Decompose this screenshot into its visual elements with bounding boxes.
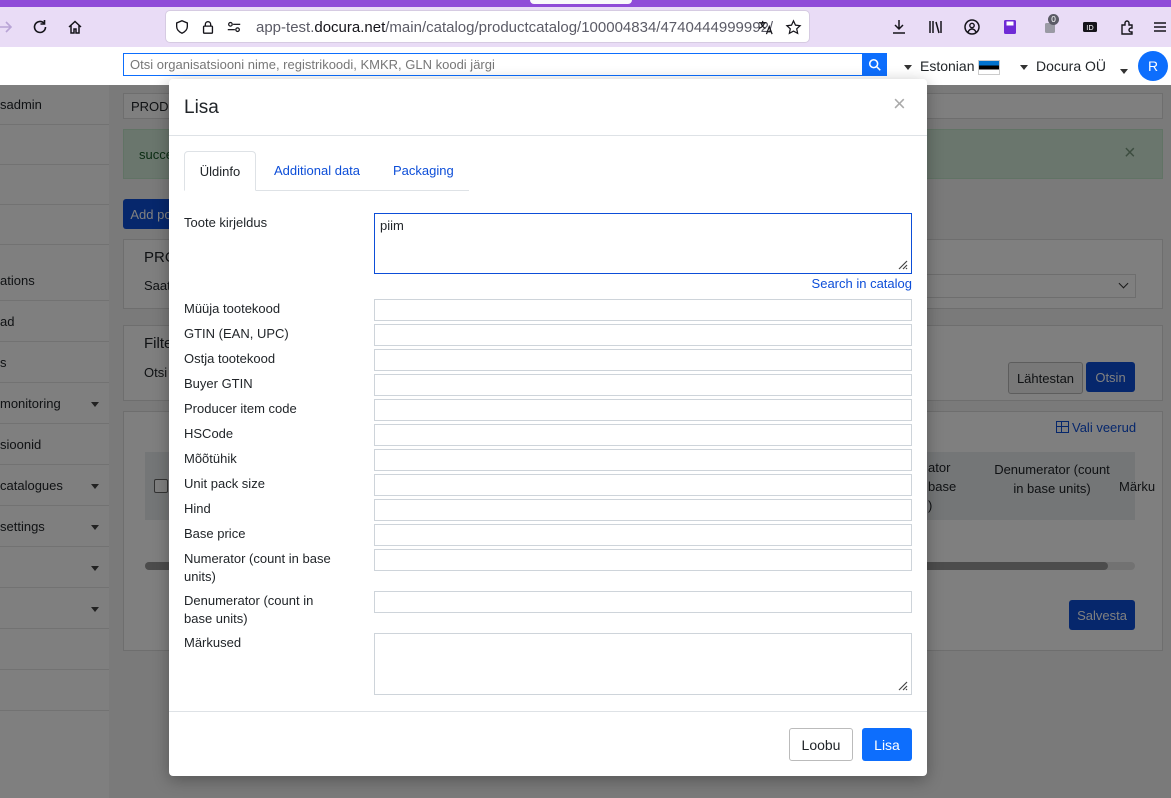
buyer-code-label: Ostja tootekood [184, 351, 276, 366]
add-button[interactable]: Lisa [862, 728, 912, 761]
notes-textarea[interactable] [374, 633, 912, 695]
buyer-code-input[interactable] [374, 349, 912, 371]
avatar[interactable]: R [1138, 51, 1168, 81]
cancel-button[interactable]: Loobu [789, 728, 853, 761]
url-text[interactable]: app-test.docura.net/main/catalog/product… [256, 19, 773, 36]
unit-pack-size-label: Unit pack size [184, 476, 265, 491]
close-icon[interactable]: × [893, 93, 906, 115]
chevron-down-icon [1020, 64, 1028, 70]
tab-additional-data[interactable]: Additional data [274, 151, 360, 190]
library-icon[interactable] [922, 13, 950, 41]
estonia-flag-icon [978, 59, 1001, 75]
gtin-input[interactable] [374, 324, 912, 346]
search-in-catalog-link[interactable]: Search in catalog [769, 276, 912, 291]
denumerator-label: Denumerator (count in base units) [184, 593, 314, 626]
downloads-count-badge: 0 [1048, 14, 1059, 25]
seller-code-input[interactable] [374, 299, 912, 321]
user-menu-toggle[interactable] [1120, 62, 1136, 78]
description-label: Toote kirjeldus [184, 215, 268, 230]
producer-code-input[interactable] [374, 399, 912, 421]
search-button[interactable] [862, 53, 887, 76]
chevron-down-icon [904, 64, 912, 70]
hscode-label: HSCode [184, 426, 234, 441]
translate-icon[interactable] [755, 17, 775, 37]
modal-title: Lisa [184, 97, 219, 118]
account-icon[interactable] [958, 13, 986, 41]
browser-tab-strip [0, 0, 1171, 7]
modal-tabs: Üldinfo Additional data Packaging [184, 151, 469, 191]
resize-handle-icon[interactable] [896, 258, 908, 270]
lock-icon[interactable] [198, 17, 218, 37]
numerator-label: Numerator (count in base units) [184, 551, 331, 584]
add-product-modal: Lisa × Üldinfo Additional data Packaging… [169, 79, 927, 776]
downloads-icon[interactable] [885, 13, 913, 41]
organization-search-box[interactable] [123, 53, 863, 76]
resize-handle-icon[interactable] [896, 679, 908, 691]
search-icon [868, 58, 881, 71]
organization-label: Docura OÜ [1036, 58, 1107, 74]
browser-toolbar: app-test.docura.net/main/catalog/product… [0, 7, 1171, 47]
modal-header: Lisa × [169, 79, 927, 136]
notes-label: Märkused [184, 635, 242, 650]
producer-code-label: Producer item code [184, 401, 297, 416]
organization-search-input[interactable] [124, 54, 862, 75]
chevron-down-icon [1120, 68, 1128, 74]
buyer-gtin-input[interactable] [374, 374, 912, 396]
id-card-icon[interactable]: ID [1076, 13, 1104, 41]
reload-icon[interactable] [26, 13, 54, 41]
bookmark-star-icon[interactable] [783, 17, 803, 37]
home-icon[interactable] [61, 13, 89, 41]
unit-label: Mõõtühik [184, 451, 237, 466]
organization-selector[interactable]: Docura OÜ [1020, 58, 1106, 74]
unit-input[interactable] [374, 449, 912, 471]
browser-active-tab[interactable] [530, 0, 632, 4]
svg-text:ID: ID [1086, 24, 1093, 32]
extensions-puzzle-icon[interactable] [1114, 13, 1142, 41]
permissions-icon[interactable] [224, 17, 244, 37]
modal-footer: Loobu Lisa [169, 711, 927, 777]
language-selector[interactable]: Estonian [904, 58, 1001, 75]
numerator-input[interactable] [374, 549, 912, 571]
base-price-input[interactable] [374, 524, 912, 546]
price-input[interactable] [374, 499, 912, 521]
base-price-label: Base price [184, 526, 246, 541]
price-label: Hind [184, 501, 211, 516]
unit-pack-size-input[interactable] [374, 474, 912, 496]
address-bar[interactable]: app-test.docura.net/main/catalog/product… [166, 11, 809, 42]
tab-general-info[interactable]: Üldinfo [184, 151, 256, 191]
hscode-input[interactable] [374, 424, 912, 446]
shield-icon[interactable] [172, 17, 192, 37]
tab-packaging[interactable]: Packaging [393, 151, 454, 190]
forward-arrow-icon[interactable] [0, 13, 20, 41]
language-label: Estonian [920, 58, 975, 74]
denumerator-input[interactable] [374, 591, 912, 613]
gtin-label: GTIN (EAN, UPC) [184, 326, 289, 341]
buyer-gtin-label: Buyer GTIN [184, 376, 253, 391]
menu-hamburger-icon[interactable] [1146, 13, 1171, 41]
seller-code-label: Müüja tootekood [184, 301, 281, 316]
save-extension-icon[interactable] [996, 13, 1024, 41]
description-textarea[interactable]: piim [374, 213, 912, 274]
